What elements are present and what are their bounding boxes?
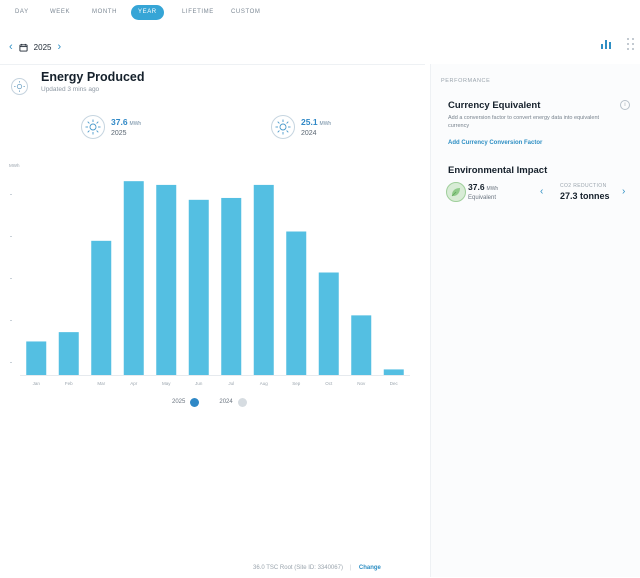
selected-year: 2025 [33, 42, 52, 52]
next-impact-button[interactable]: › [622, 186, 625, 197]
currency-description: Add a conversion factor to convert energ… [448, 115, 600, 129]
updated-text: Updated 3 mins ago [41, 86, 100, 93]
x-tick-label: Nov [357, 381, 366, 386]
stat-current-value: 37.6 MWh [111, 117, 142, 127]
legend-toggle-current[interactable] [190, 397, 200, 407]
tab-year[interactable]: YEAR [131, 5, 164, 20]
tab-month[interactable]: MONTH [85, 5, 124, 20]
footer-separator: | [349, 565, 352, 571]
chart-legend: 2025 2024 [172, 396, 247, 408]
equivalent-label: Equivalent [468, 195, 497, 201]
bar-oct[interactable] [318, 272, 339, 376]
bar-jul[interactable] [221, 197, 242, 375]
next-year-button[interactable]: › [57, 41, 61, 53]
view-toggle [600, 36, 640, 52]
prev-impact-button[interactable]: ‹ [540, 186, 543, 197]
legend-label-current: 2025 [172, 399, 186, 405]
energy-icon [11, 78, 28, 95]
info-icon[interactable]: i [620, 100, 630, 110]
bar-mar[interactable] [91, 240, 112, 375]
x-tick-label: Apr [130, 381, 138, 386]
x-tick-label: May [162, 381, 171, 386]
x-tick-label: Mar [97, 381, 105, 386]
sun-icon [271, 115, 295, 139]
energy-bar-chart: Jan Feb Mar Apr May Jun Jul Aug Sep Oct Nov Dec [20, 181, 410, 386]
stat-previous-unit: MWh [319, 121, 332, 127]
bar-chart-icon[interactable] [600, 36, 614, 52]
leaf-icon [446, 182, 466, 202]
bar-sep[interactable] [286, 231, 307, 376]
section-label: PERFORMANCE [441, 78, 491, 84]
footer: 36.0 TSC Root (Site ID: 3340067) | Chang… [253, 565, 381, 571]
bar-feb[interactable] [58, 332, 79, 375]
stat-previous-year: 2024 [301, 130, 317, 137]
period-tabs: DAY WEEK MONTH YEAR LIFETIME CUSTOM [0, 0, 640, 26]
bar-jan[interactable] [26, 341, 47, 375]
calendar-icon[interactable] [19, 43, 28, 52]
x-tick-label: Jul [228, 381, 234, 386]
prev-year-button[interactable]: ‹ [9, 41, 13, 53]
bar-dec[interactable] [383, 369, 404, 375]
system-info: 36.0 TSC Root (Site ID: 3340067) [253, 565, 343, 571]
tab-day[interactable]: DAY [8, 5, 36, 20]
card-title: Energy Produced [41, 70, 145, 84]
x-tick-label: Aug [260, 381, 269, 386]
stat-current-unit: MWh [129, 121, 142, 127]
co2-value: 27.3 tonnes [560, 191, 610, 201]
x-tick-label: Jun [195, 381, 203, 386]
co2-label: CO2 REDUCTION [560, 183, 607, 189]
stat-previous-value: 25.1 MWh [301, 117, 332, 127]
change-link[interactable]: Change [359, 565, 381, 571]
environment-title: Environmental Impact [448, 165, 548, 176]
date-navigator: ‹ 2025 › [9, 40, 61, 54]
x-tick-label: Sep [292, 381, 301, 386]
tab-lifetime[interactable]: LIFETIME [175, 5, 221, 20]
bar-aug[interactable] [253, 184, 274, 375]
x-tick-label: Feb [65, 381, 73, 386]
grid-view-icon[interactable] [626, 36, 640, 52]
x-tick-label: Dec [390, 381, 399, 386]
environment-unit: MWh [486, 186, 499, 192]
legend-label-previous: 2024 [219, 399, 233, 405]
add-conversion-factor-link[interactable]: Add Currency Conversion Factor [448, 140, 542, 146]
bar-may[interactable] [156, 184, 177, 375]
tab-week[interactable]: WEEK [43, 5, 77, 20]
x-tick-label: Oct [325, 381, 333, 386]
x-tick-label: Jan [33, 381, 41, 386]
bar-apr[interactable] [123, 181, 144, 375]
tab-custom[interactable]: CUSTOM [224, 5, 268, 20]
bar-nov[interactable] [351, 315, 372, 375]
bar-jun[interactable] [188, 199, 209, 375]
legend-toggle-previous[interactable] [237, 397, 247, 407]
environment-value: 37.6 MWh [468, 182, 499, 192]
currency-title: Currency Equivalent [448, 100, 541, 111]
sun-icon [81, 115, 105, 139]
stat-current-year: 2025 [111, 130, 127, 137]
